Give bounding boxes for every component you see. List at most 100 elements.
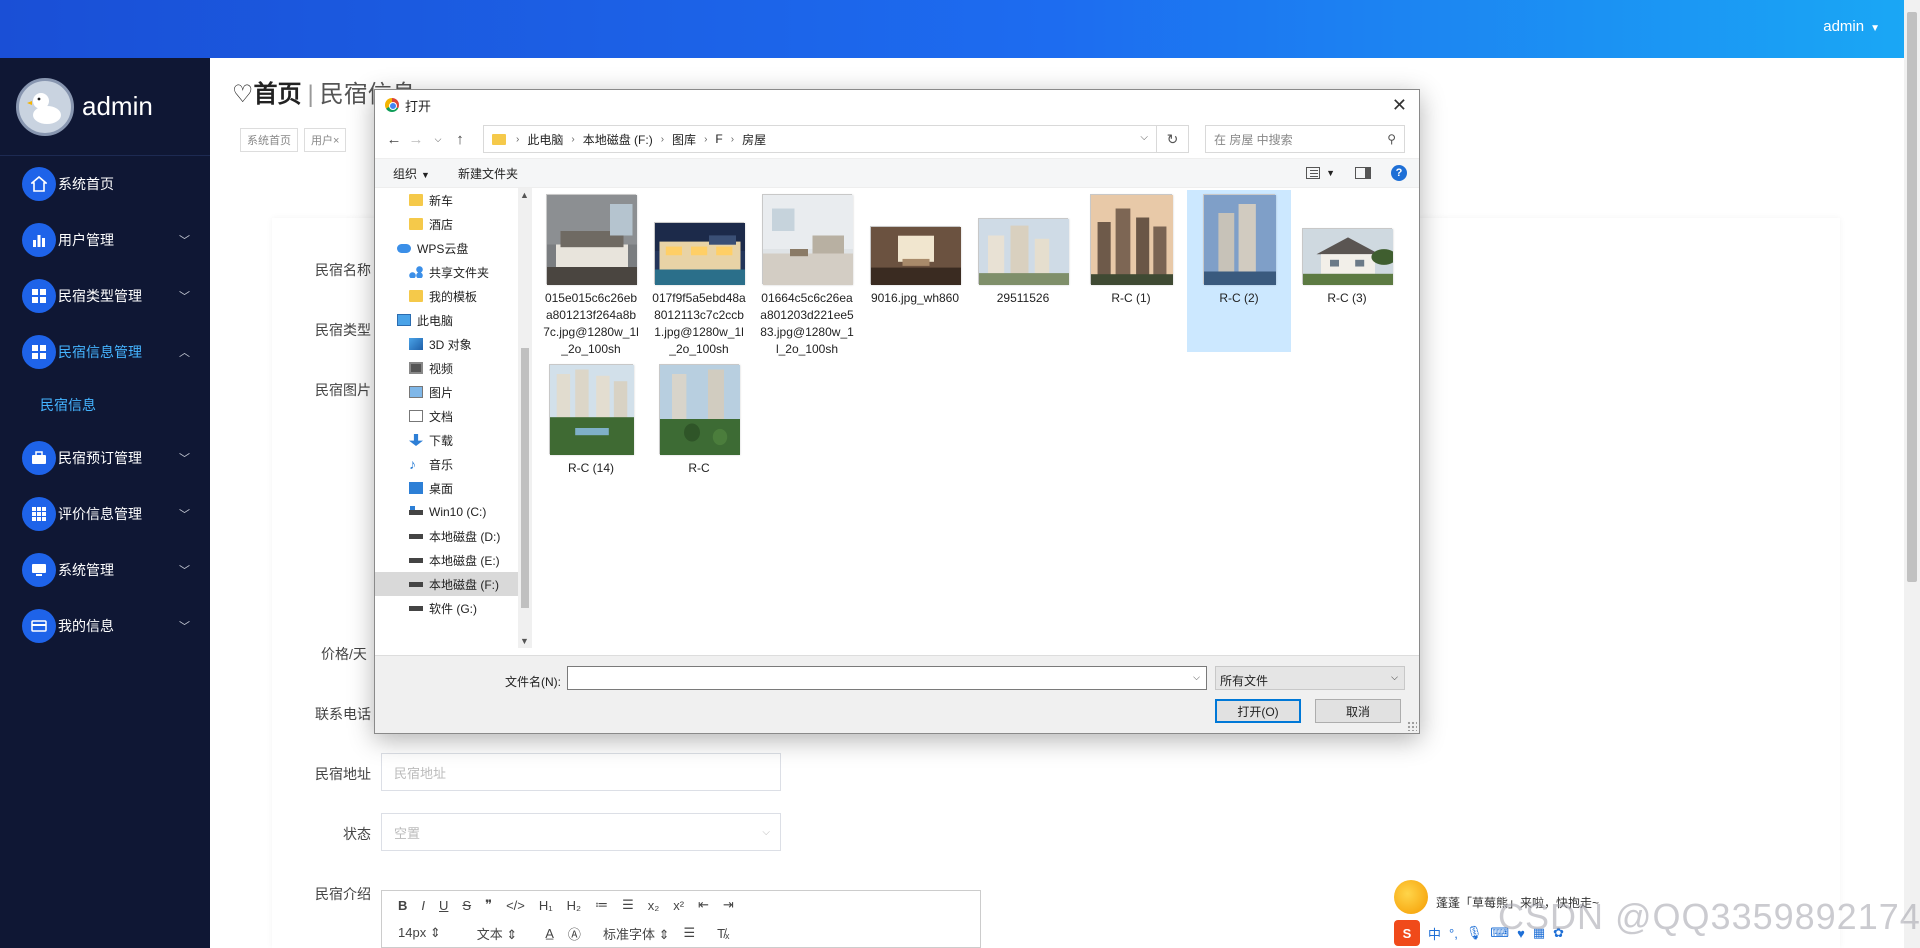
new-folder-button[interactable]: 新建文件夹 (458, 165, 518, 182)
path-segment[interactable]: 房屋 (742, 131, 766, 148)
recent-chevron-icon[interactable]: ⌵ (427, 134, 449, 145)
back-arrow-icon[interactable]: ← (383, 131, 405, 148)
editor-tool-button[interactable]: ☰ (622, 897, 634, 913)
editor-tool-button[interactable]: S (462, 898, 471, 913)
forward-arrow-icon[interactable]: → (405, 131, 427, 148)
nav-item[interactable]: 图片 (375, 380, 520, 404)
sidebar-item[interactable]: 民宿类型管理 ﹀ (0, 268, 210, 324)
nav-item[interactable]: 我的模板 (375, 284, 520, 308)
tag-user[interactable]: 用户× (304, 128, 347, 152)
path-segment[interactable]: 此电脑 (527, 131, 563, 148)
file-item[interactable]: R-C (2) (1187, 190, 1291, 352)
editor-tool-button[interactable]: ⇥ (723, 897, 734, 913)
nav-item[interactable]: WPS云盘 (375, 236, 520, 260)
rich-text-editor[interactable]: B I U S ❞ </> H₁ H₂ ≔ ☰ x₂ x² ⇤ ⇥ 14px ⇕ 文本 ⇕ A̲ Ⓐ 标准… (381, 890, 981, 948)
nav-item[interactable]: 软件 (G:) (375, 596, 520, 620)
address-bar[interactable]: › 此电脑 › 本地磁盘 (F:) › 图库 › F › 房屋 ⌵ ↻ (483, 125, 1189, 153)
sidebar-item[interactable]: 评价信息管理 ﹀ (0, 486, 210, 542)
cancel-button[interactable]: 取消 (1315, 699, 1401, 723)
ime-mode-chinese[interactable]: 中 (1428, 924, 1441, 943)
nav-item[interactable]: 共享文件夹 (375, 260, 520, 284)
sidebar-item[interactable]: 民宿预订管理 ﹀ (0, 430, 210, 486)
highlight-icon[interactable]: Ⓐ (568, 924, 581, 943)
page-scroll-thumb[interactable] (1907, 12, 1917, 582)
filename-input[interactable]: ⌵ (567, 666, 1207, 690)
file-item[interactable]: R-C (14) (539, 360, 643, 480)
editor-tool-button[interactable]: B (398, 898, 407, 913)
help-icon[interactable]: ? (1391, 165, 1407, 181)
sidebar-item[interactable]: 系统首页 (0, 156, 210, 212)
file-item[interactable]: 01664c5c6c26eaa801203d221ee583.jpg@1280w… (755, 190, 859, 356)
clear-format-icon[interactable]: T̸ₓ (717, 926, 729, 941)
nav-item[interactable]: 新车 (375, 188, 520, 212)
user-menu[interactable]: admin ▼ (1823, 18, 1880, 35)
up-arrow-icon[interactable]: ↑ (449, 131, 471, 148)
nav-item[interactable]: 视频 (375, 356, 520, 380)
organize-button[interactable]: 组织 ▼ (393, 165, 430, 182)
refresh-icon[interactable]: ↻ (1156, 126, 1188, 152)
chevron-down-icon[interactable]: ⌵ (1140, 132, 1148, 143)
editor-tool-button[interactable]: ❞ (485, 897, 492, 913)
block-type-select[interactable]: 文本 ⇕ (477, 924, 518, 943)
font-family-select[interactable]: 标准字体 ⇕ (603, 924, 670, 943)
address-input[interactable]: 民宿地址 (381, 753, 781, 791)
font-color-icon[interactable]: A̲ (545, 926, 554, 941)
nav-item[interactable]: 下载 (375, 428, 520, 452)
page-scrollbar[interactable] (1904, 0, 1920, 948)
punctuation-icon[interactable]: °, (1449, 926, 1458, 941)
sidebar-item[interactable]: 用户管理 ﹀ (0, 212, 210, 268)
editor-tool-button[interactable]: I (421, 898, 425, 913)
editor-tool-button[interactable]: H₂ (567, 898, 581, 913)
tag-home[interactable]: 系统首页 (240, 128, 298, 152)
view-options-button[interactable]: ▼ (1306, 167, 1335, 179)
nav-scroll-thumb[interactable] (521, 348, 529, 608)
editor-tool-button[interactable]: ≔ (595, 897, 608, 913)
nav-item[interactable]: 文档 (375, 404, 520, 428)
scroll-up-icon[interactable]: ▲ (520, 190, 529, 200)
filetype-select[interactable]: 所有文件 ⌵ (1215, 666, 1405, 690)
path-segment[interactable]: F (715, 132, 722, 146)
nav-item[interactable]: 酒店 (375, 212, 520, 236)
sidebar-item[interactable]: 我的信息 ﹀ (0, 598, 210, 654)
nav-item[interactable]: 本地磁盘 (E:) (375, 548, 520, 572)
open-button[interactable]: 打开(O) (1215, 699, 1301, 723)
editor-tool-button[interactable]: ⇤ (698, 897, 709, 913)
file-item[interactable]: 29511526 (971, 190, 1075, 352)
chevron-down-icon[interactable]: ⌵ (1193, 672, 1200, 683)
resize-grip-icon[interactable] (1407, 721, 1417, 731)
nav-item[interactable]: 本地磁盘 (D:) (375, 524, 520, 548)
sidebar-item[interactable]: 民宿信息管理 ︿ (0, 324, 210, 380)
search-input[interactable]: 在 房屋 中搜索 ⚲ (1205, 125, 1405, 153)
breadcrumb-home[interactable]: 首页 (254, 81, 302, 108)
nav-item[interactable]: 桌面 (375, 476, 520, 500)
nav-item[interactable]: 本地磁盘 (F:) (375, 572, 520, 596)
nav-item[interactable]: ♪ 音乐 (375, 452, 520, 476)
path-segment[interactable]: 本地磁盘 (F:) (583, 131, 653, 148)
nav-item[interactable]: Win10 (C:) (375, 500, 520, 524)
file-item[interactable]: 017f9f5a5ebd48a8012113c7c2ccb1.jpg@1280w… (647, 190, 751, 356)
sidebar-item[interactable]: 系统管理 ﹀ (0, 542, 210, 598)
font-size-select[interactable]: 14px ⇕ (398, 925, 441, 941)
file-item[interactable]: 9016.jpg_wh860 (863, 190, 967, 352)
close-icon[interactable]: ✕ (1392, 95, 1407, 116)
file-item[interactable]: R-C (647, 360, 751, 480)
editor-tool-button[interactable]: x² (673, 898, 684, 913)
file-item[interactable]: 015e015c6c26eba801213f264a8b7c.jpg@1280w… (539, 190, 643, 356)
microphone-icon[interactable]: 🎙 (1466, 925, 1483, 941)
editor-tool-button[interactable]: x₂ (648, 898, 660, 913)
status-select[interactable]: 空置 ⌵ (381, 813, 781, 851)
sidebar-subitem[interactable]: 民宿信息 (0, 380, 210, 430)
editor-tool-button[interactable]: </> (506, 898, 525, 913)
dialog-titlebar[interactable]: 打开 ✕ (375, 90, 1419, 120)
path-segment[interactable]: 图库 (672, 131, 696, 148)
editor-tool-button[interactable]: U (439, 898, 448, 913)
nav-item[interactable]: 此电脑 (375, 308, 520, 332)
file-item[interactable]: R-C (3) (1295, 190, 1399, 352)
preview-pane-icon[interactable] (1355, 167, 1371, 179)
align-icon[interactable]: ☰ (683, 925, 695, 941)
scroll-down-icon[interactable]: ▼ (520, 636, 529, 646)
sogou-icon[interactable]: S (1394, 920, 1420, 946)
nav-scrollbar[interactable]: ▲ ▼ (518, 188, 532, 648)
editor-tool-button[interactable]: H₁ (539, 898, 553, 913)
file-item[interactable]: R-C (1) (1079, 190, 1183, 352)
